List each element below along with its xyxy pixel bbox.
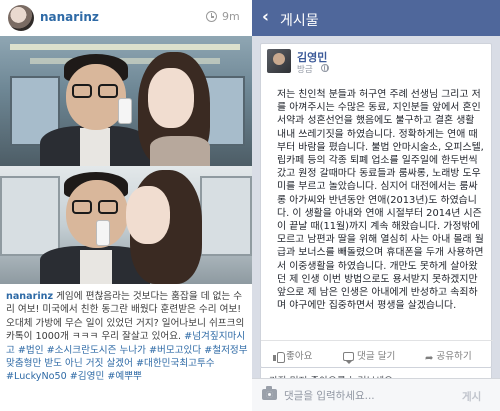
clock-icon — [206, 11, 217, 22]
ceiling-light — [10, 44, 240, 50]
phone — [118, 98, 132, 124]
ig-username[interactable]: nanarinz — [40, 10, 99, 24]
fb-post-text: 저는 친인척 분들과 허구연 주례 선생님 그리고 저를 아껴주시는 수많은 동… — [277, 89, 484, 312]
like-button[interactable]: 좋아요 — [273, 348, 313, 363]
facebook-post-screen: ‹ 게시물 김영민 방금 저는 친인척 분들과 허구연 주례 선생님 그리고 저… — [252, 0, 500, 411]
woman-face — [148, 68, 194, 128]
thumbs-up-icon — [273, 351, 285, 363]
comment-bubble-icon — [343, 352, 354, 364]
phone — [96, 220, 110, 246]
share-button[interactable]: ➦ 공유하기 — [425, 348, 472, 364]
share-label: 공유하기 — [436, 351, 472, 362]
ig-photo-top[interactable] — [0, 36, 252, 166]
fb-action-bar: 좋아요 댓글 달기 ➦ 공유하기 — [261, 340, 493, 368]
fb-comment-bar: 게시 — [252, 378, 500, 411]
man-shirt — [80, 128, 110, 166]
camera-icon[interactable] — [262, 386, 277, 400]
ig-photo-bottom[interactable] — [0, 166, 252, 284]
fb-post-time: 방금 — [297, 65, 313, 75]
fb-page-title: 게시물 — [280, 13, 319, 29]
ig-profile-avatar[interactable] — [8, 5, 34, 31]
back-chevron-icon[interactable]: ‹ — [262, 9, 269, 26]
glasses-lens — [72, 84, 92, 98]
share-arrow-icon: ➦ — [425, 353, 434, 364]
woman-coat — [150, 136, 210, 166]
glasses-lens — [98, 84, 118, 98]
comment-label: 댓글 달기 — [357, 351, 396, 362]
instagram-post: nanarinz 9m nanarinz 게임에 편찮음라는 것보다는 훔잡을 … — [0, 0, 252, 411]
background-window — [0, 176, 60, 256]
ig-caption-username[interactable]: nanarinz — [6, 291, 53, 302]
glasses-lens — [72, 200, 92, 214]
like-label: 좋아요 — [286, 351, 313, 362]
fb-top-bar: ‹ 게시물 — [252, 0, 500, 36]
fb-author-avatar[interactable] — [267, 49, 291, 73]
ig-post-header: nanarinz 9m — [0, 0, 252, 36]
fb-post-card: 김영민 방금 저는 친인척 분들과 허구연 주례 선생님 그리고 저를 아껴주시… — [260, 43, 493, 368]
post-comment-button[interactable]: 게시 — [462, 389, 481, 404]
glasses-lens — [98, 200, 118, 214]
background-window — [200, 176, 252, 256]
comment-input[interactable] — [284, 385, 434, 407]
woman-face — [126, 186, 170, 244]
fb-author-row: 김영민 방금 — [261, 44, 493, 78]
ig-caption: nanarinz 게임에 편찮음라는 것보다는 훔잡을 데 없는 수리 여보! … — [6, 290, 250, 384]
globe-icon — [321, 64, 329, 72]
comment-button[interactable]: 댓글 달기 — [343, 348, 396, 364]
ig-time-ago: 9m — [222, 10, 240, 23]
man-shirt — [80, 250, 112, 284]
